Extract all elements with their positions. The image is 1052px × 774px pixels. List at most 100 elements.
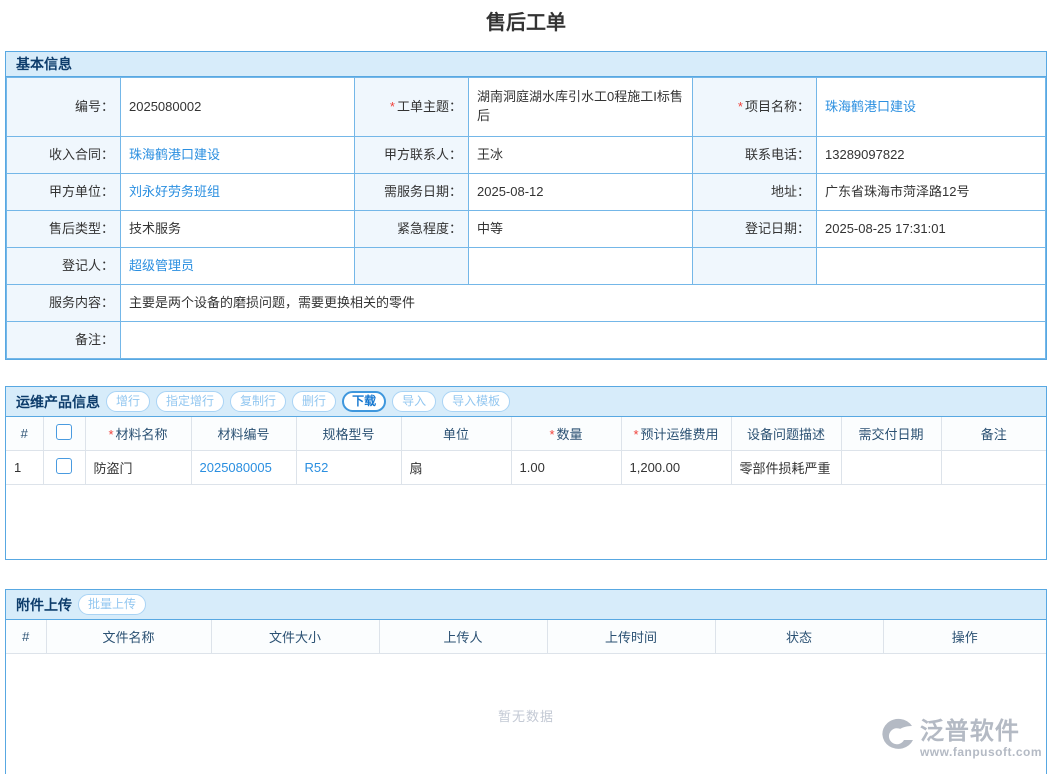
urgency-value: 中等 (469, 211, 693, 248)
registrant-link[interactable]: 超级管理员 (129, 258, 194, 273)
urgency-label: 紧急程度： (355, 211, 469, 248)
registrant-label: 登记人： (7, 248, 121, 285)
col-est-cost: *预计运维费用 (621, 417, 731, 451)
copy-row-button[interactable]: 复制行 (230, 391, 286, 413)
attachments-table: # 文件名称 文件大小 上传人 上传时间 状态 操作 (6, 620, 1046, 654)
basic-row-5: 登记人： 超级管理员 (7, 248, 1046, 285)
party-unit-value: 刘永好劳务班组 (121, 174, 355, 211)
project-value: 珠海鹤港口建设 (817, 78, 1046, 137)
col-file-name: 文件名称 (46, 620, 211, 654)
watermark-url: www.fanpusoft.com (920, 746, 1042, 758)
attachments-header-row: # 文件名称 文件大小 上传人 上传时间 状态 操作 (6, 620, 1046, 654)
delivery-date-cell (841, 451, 941, 485)
remark-label: 备注： (7, 322, 121, 359)
required-mark: * (390, 99, 395, 114)
unit-cell: 扇 (401, 451, 511, 485)
phone-label: 联系电话： (693, 137, 817, 174)
col-material-name: *材料名称 (85, 417, 191, 451)
basic-row-4: 售后类型： 技术服务 紧急程度： 中等 登记日期： 2025-08-25 17:… (7, 211, 1046, 248)
col-select-all (43, 417, 85, 451)
col-index: # (6, 417, 43, 451)
col-file-size: 文件大小 (211, 620, 379, 654)
income-contract-label: 收入合同： (7, 137, 121, 174)
empty-value-cell (469, 248, 693, 285)
remark-value (121, 322, 1046, 359)
remark-cell (941, 451, 1046, 485)
import-template-button[interactable]: 导入模板 (442, 391, 510, 413)
empty-label-cell (355, 248, 469, 285)
required-mark: * (738, 99, 743, 114)
project-link[interactable]: 珠海鹤港口建设 (825, 99, 916, 114)
project-label: *项目名称： (693, 78, 817, 137)
col-uploader: 上传人 (379, 620, 547, 654)
col-issue: 设备问题描述 (731, 417, 841, 451)
watermark-name: 泛普软件 (920, 720, 1020, 744)
basic-info-header: 基本信息 (6, 52, 1046, 77)
col-remark: 备注 (941, 417, 1046, 451)
col-action: 操作 (883, 620, 1046, 654)
product-row: 1 防盗门 2025080005 R52 扇 1.00 1,200.00 零部件… (6, 451, 1046, 485)
batch-upload-button[interactable]: 批量上传 (78, 594, 146, 616)
products-table: # *材料名称 材料编号 规格型号 单位 *数量 *预计运维费用 设备问题描述 … (6, 417, 1046, 485)
basic-info-title: 基本信息 (16, 54, 72, 74)
attachments-header: 附件上传 批量上传 (6, 590, 1046, 620)
basic-row-7: 备注： (7, 322, 1046, 359)
number-value: 2025080002 (121, 78, 355, 137)
page-title: 售后工单 (0, 0, 1052, 51)
issue-cell: 零部件损耗严重 (731, 451, 841, 485)
row-index: 1 (6, 451, 43, 485)
material-code-cell: 2025080005 (191, 451, 296, 485)
add-row-button[interactable]: 增行 (106, 391, 150, 413)
col-unit: 单位 (401, 417, 511, 451)
vendor-watermark: 泛普软件 www.fanpusoft.com (882, 718, 1042, 759)
registrant-value: 超级管理员 (121, 248, 355, 285)
download-button[interactable]: 下载 (342, 391, 386, 413)
attachments-title: 附件上传 (16, 595, 72, 615)
basic-row-6: 服务内容： 主要是两个设备的磨损问题，需要更换相关的零件 (7, 285, 1046, 322)
products-empty-space (6, 485, 1046, 559)
income-contract-link[interactable]: 珠海鹤港口建设 (129, 147, 220, 162)
service-content-value: 主要是两个设备的磨损问题，需要更换相关的零件 (121, 285, 1046, 322)
spec-cell: R52 (296, 451, 401, 485)
products-section: 运维产品信息 增行 指定增行 复制行 删行 下载 导入 导入模板 # *材料名称… (5, 386, 1047, 560)
party-unit-link[interactable]: 刘永好劳务班组 (129, 184, 220, 199)
delete-row-button[interactable]: 删行 (292, 391, 336, 413)
col-status: 状态 (715, 620, 883, 654)
row-select-cell (43, 451, 85, 485)
basic-info-section: 基本信息 编号： 2025080002 *工单主题： 湖南洞庭湖水库引水工0程施… (5, 51, 1047, 360)
col-index: # (6, 620, 46, 654)
basic-row-1: 编号： 2025080002 *工单主题： 湖南洞庭湖水库引水工0程施工I标售后… (7, 78, 1046, 137)
register-date-label: 登记日期： (693, 211, 817, 248)
no-data-text: 暂无数据 (6, 654, 1046, 725)
subject-label: *工单主题： (355, 78, 469, 137)
service-content-label: 服务内容： (7, 285, 121, 322)
number-label: 编号： (7, 78, 121, 137)
basic-info-table: 编号： 2025080002 *工单主题： 湖南洞庭湖水库引水工0程施工I标售后… (6, 77, 1046, 359)
service-date-value: 2025-08-12 (469, 174, 693, 211)
products-header-row: # *材料名称 材料编号 规格型号 单位 *数量 *预计运维费用 设备问题描述 … (6, 417, 1046, 451)
material-code-link[interactable]: 2025080005 (200, 460, 272, 475)
section-gap (0, 560, 1052, 589)
select-all-checkbox[interactable] (56, 424, 72, 440)
register-date-value: 2025-08-25 17:31:01 (817, 211, 1046, 248)
service-date-label: 需服务日期： (355, 174, 469, 211)
row-checkbox[interactable] (56, 458, 72, 474)
products-header: 运维产品信息 增行 指定增行 复制行 删行 下载 导入 导入模板 (6, 387, 1046, 417)
col-spec: 规格型号 (296, 417, 401, 451)
income-contract-value: 珠海鹤港口建设 (121, 137, 355, 174)
specify-add-row-button[interactable]: 指定增行 (156, 391, 224, 413)
party-contact-label: 甲方联系人： (355, 137, 469, 174)
basic-row-3: 甲方单位： 刘永好劳务班组 需服务日期： 2025-08-12 地址： 广东省珠… (7, 174, 1046, 211)
import-button[interactable]: 导入 (392, 391, 436, 413)
products-title: 运维产品信息 (16, 392, 100, 412)
spec-link[interactable]: R52 (305, 460, 329, 475)
address-value: 广东省珠海市菏泽路12号 (817, 174, 1046, 211)
est-cost-cell: 1,200.00 (621, 451, 731, 485)
aftersales-type-label: 售后类型： (7, 211, 121, 248)
qty-cell: 1.00 (511, 451, 621, 485)
address-label: 地址： (693, 174, 817, 211)
fanpu-logo-icon (882, 718, 916, 759)
party-unit-label: 甲方单位： (7, 174, 121, 211)
col-delivery-date: 需交付日期 (841, 417, 941, 451)
phone-value: 13289097822 (817, 137, 1046, 174)
